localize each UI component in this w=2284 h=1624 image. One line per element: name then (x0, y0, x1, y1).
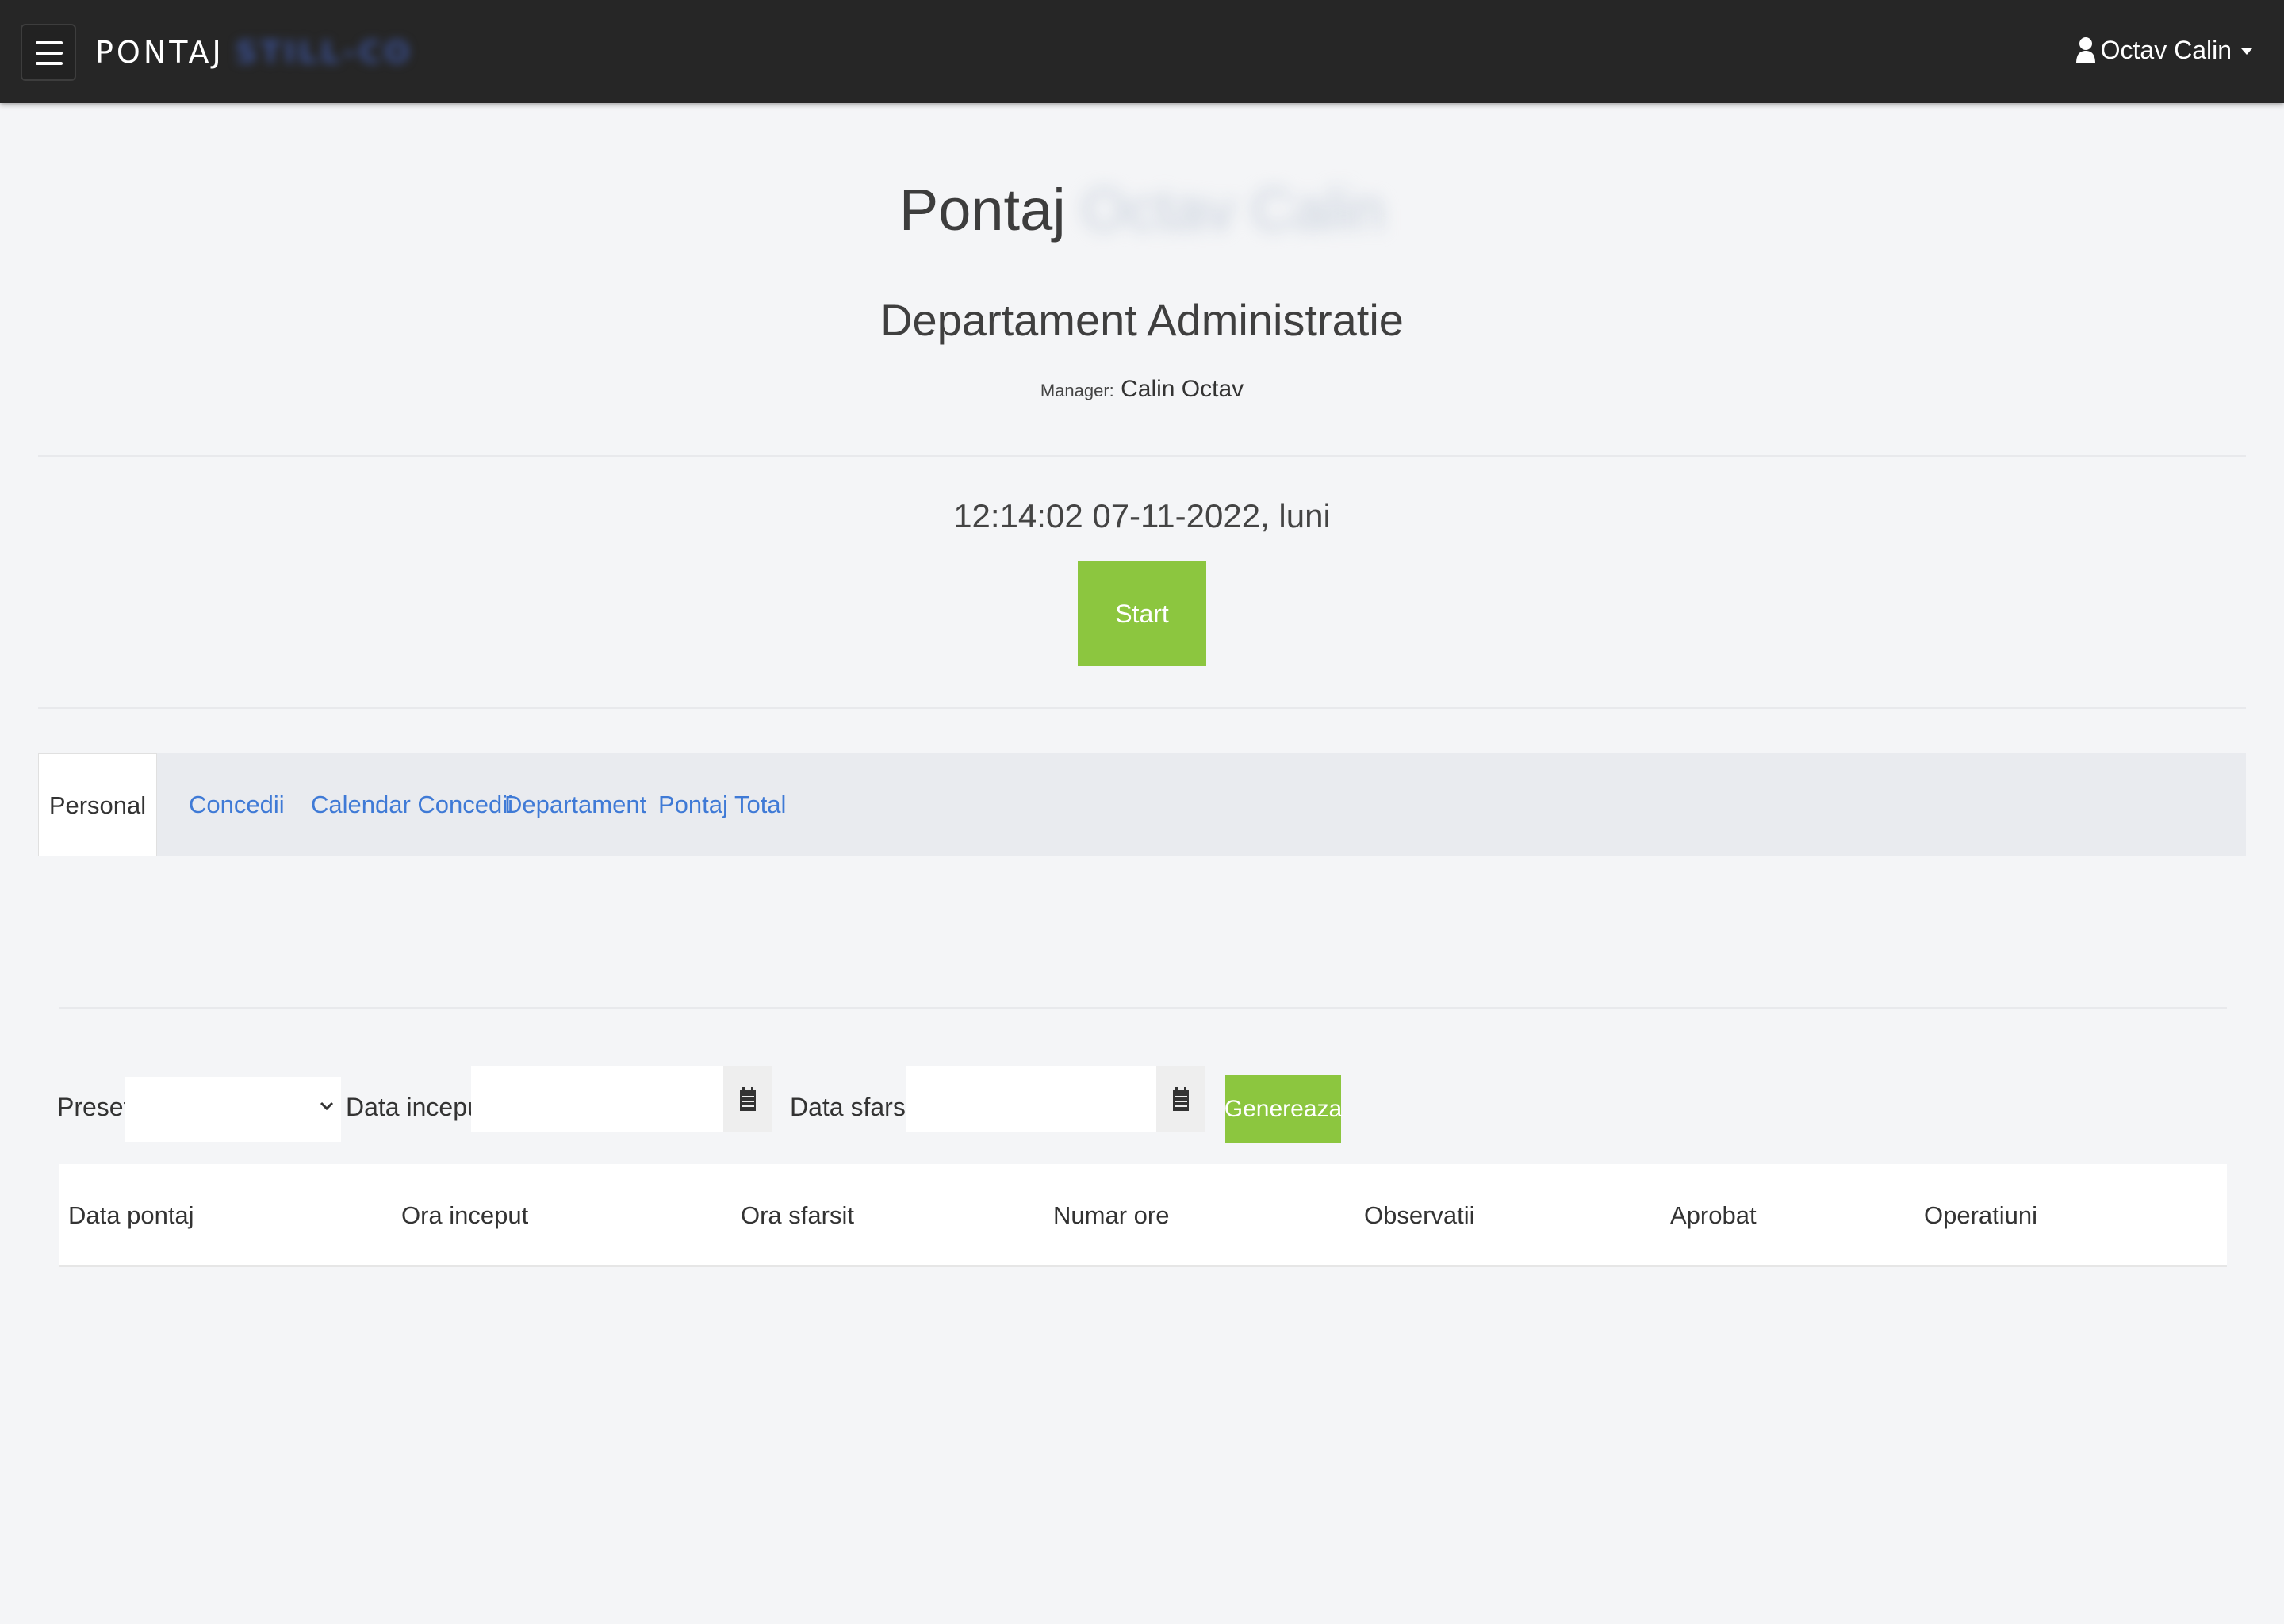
manager-line: Manager: Calin Octav (0, 377, 2284, 401)
generate-button[interactable]: Genereaza (1224, 1075, 1342, 1143)
divider (59, 1007, 2227, 1009)
column-header-observatii[interactable]: Observatii (1364, 1164, 1475, 1267)
brand-logo[interactable]: PONTAJ STILL-CO (95, 35, 413, 70)
end-date-calendar-button[interactable] (1156, 1066, 1205, 1132)
column-header-aprobat[interactable]: Aprobat (1670, 1164, 1757, 1267)
column-header-ora-inceput[interactable]: Ora inceput (401, 1164, 528, 1267)
brand-company-blurred: STILL-CO (235, 35, 413, 70)
user-icon (2075, 37, 2095, 63)
tab-pontaj-total[interactable]: Pontaj Total (658, 753, 786, 856)
calendar-icon (740, 1087, 756, 1111)
calendar-icon (1173, 1087, 1189, 1111)
column-header-operatiuni[interactable]: Operatiuni (1924, 1164, 2037, 1267)
end-date-input[interactable] (906, 1066, 1156, 1132)
user-menu[interactable]: Octav Calin (2075, 30, 2252, 70)
timesheet-table-header: Data pontaj Ora inceput Ora sfarsit Numa… (59, 1164, 2227, 1267)
presets-select[interactable] (125, 1077, 341, 1142)
chevron-down-icon (320, 1101, 334, 1111)
column-header-numar-ore[interactable]: Numar ore (1053, 1164, 1169, 1267)
start-button[interactable]: Start (1078, 561, 1206, 666)
department-title: Departament Administratie (880, 295, 1404, 345)
page-title: Pontaj Octav Calin (0, 181, 2284, 239)
tab-personal[interactable]: Personal (38, 753, 157, 856)
hamburger-icon[interactable] (21, 24, 76, 81)
column-header-data-pontaj[interactable]: Data pontaj (68, 1164, 194, 1267)
start-date-calendar-button[interactable] (723, 1066, 772, 1132)
tab-concedii[interactable]: Concedii (189, 753, 285, 856)
current-datetime: 12:14:02 07-11-2022, luni (953, 497, 1331, 534)
manager-name: Calin Octav (1121, 376, 1244, 402)
top-navbar: PONTAJ STILL-CO Octav Calin (0, 0, 2284, 103)
tabs-bar: Personal Concedii Calendar Concedii Depa… (38, 753, 2246, 856)
manager-label: Manager: (1040, 381, 1114, 400)
page-title-text: Pontaj (899, 177, 1066, 243)
tab-calendar-concedii[interactable]: Calendar Concedii (311, 753, 513, 856)
start-date-input[interactable] (471, 1066, 723, 1132)
tab-departament[interactable]: Departament (504, 753, 646, 856)
caret-down-icon (2241, 48, 2252, 55)
brand-name: PONTAJ (95, 35, 224, 70)
user-name: Octav Calin (2100, 35, 2232, 64)
divider (38, 455, 2246, 457)
divider (38, 707, 2246, 709)
column-header-ora-sfarsit[interactable]: Ora sfarsit (741, 1164, 854, 1267)
page-title-user-blurred: Octav Calin (1081, 177, 1385, 243)
